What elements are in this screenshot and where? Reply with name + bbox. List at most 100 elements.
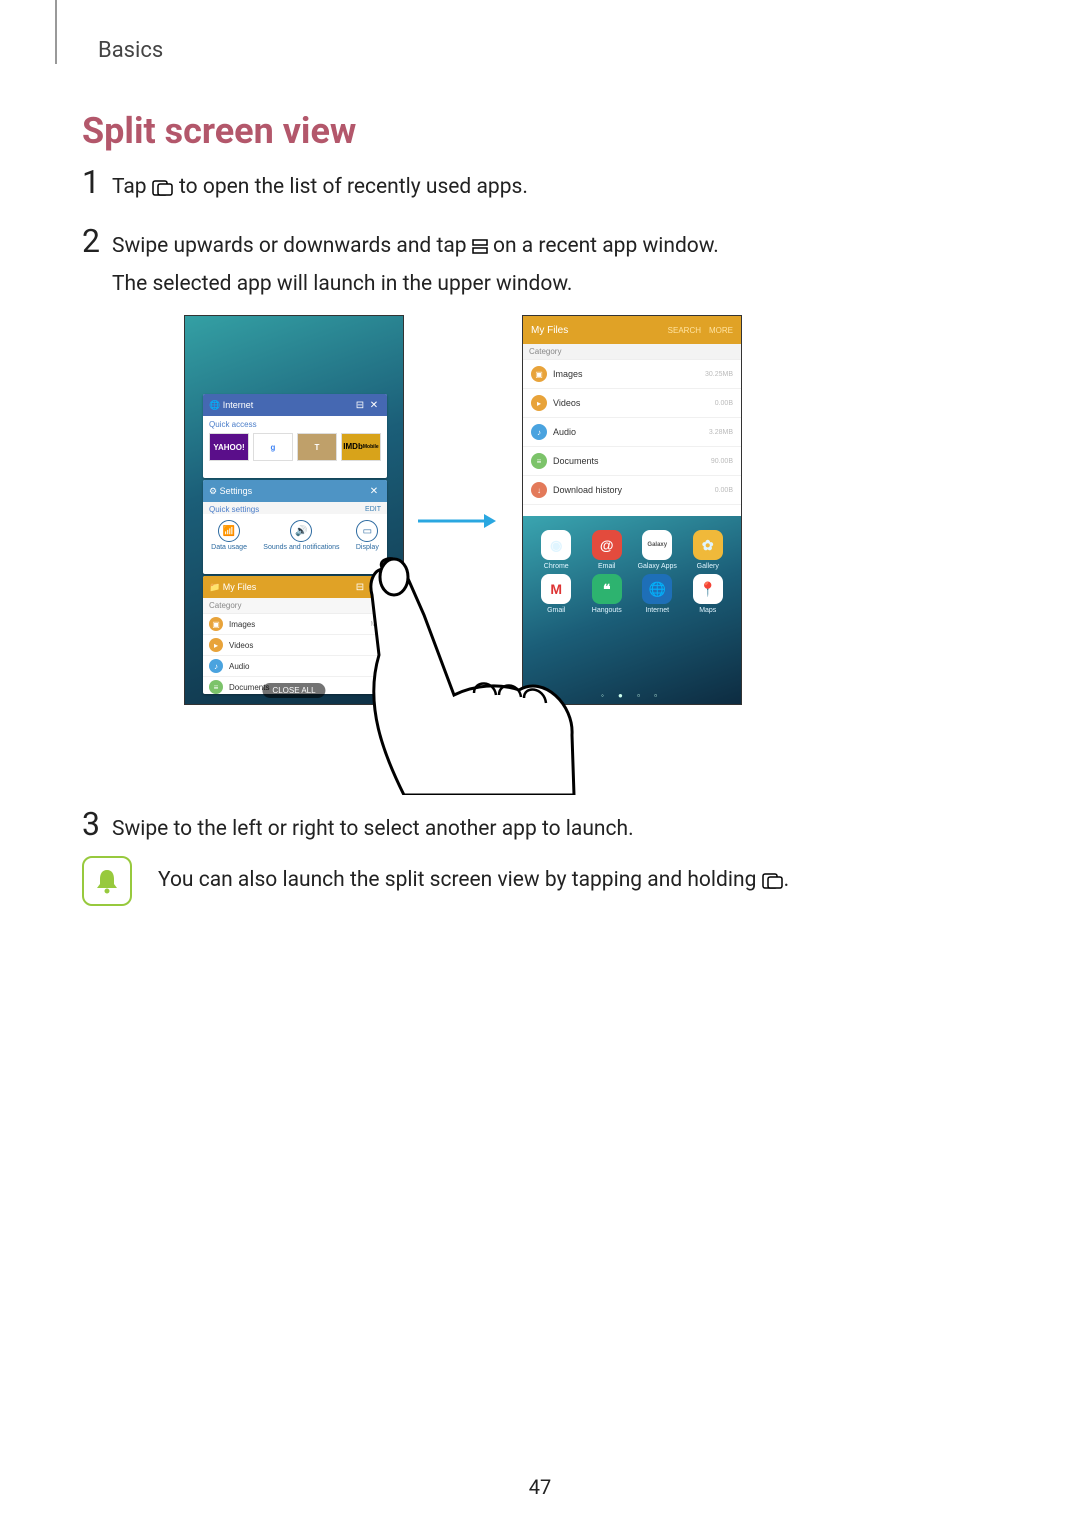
myfiles-header: My Files SEARCH MORE (523, 316, 741, 344)
tip-bell-icon (82, 856, 132, 906)
illustration: 🌐 Internet ⊟ ✕ Quick access YAHOO! g T I… (184, 315, 744, 795)
gmail-icon: M (541, 574, 571, 604)
data-usage-icon: 📶 (218, 520, 240, 542)
galaxy-apps-icon: Galaxy (642, 530, 672, 560)
app-galaxy: GalaxyGalaxy Apps (632, 530, 683, 570)
step-text: Swipe upwards or downwards and tap on a … (112, 229, 719, 301)
split-screen-icon (472, 232, 488, 267)
sound-icon: 🔊 (290, 520, 312, 542)
quick-t: T (297, 433, 337, 461)
documents-icon: ≡ (209, 680, 223, 694)
file-row: ▸Videos (203, 635, 387, 656)
recent-card-internet: 🌐 Internet ⊟ ✕ Quick access YAHOO! g T I… (203, 394, 387, 478)
step-2: 2 Swipe upwards or downwards and tap on … (82, 225, 719, 301)
images-icon: ▣ (531, 366, 547, 382)
globe-icon: 🌐 (209, 400, 220, 411)
page-title: Split screen view (82, 110, 356, 152)
close-all-button: CLOSE ALL (262, 683, 325, 698)
file-row: ≡Documents90.00B (523, 447, 741, 476)
settings-item: 🔊Sounds and notifications (263, 520, 339, 551)
phone-right: My Files SEARCH MORE Category ▣Images30.… (522, 315, 742, 705)
close-icon: ✕ (367, 486, 381, 497)
display-icon: ▭ (356, 520, 378, 542)
text: to open the list of recently used apps. (179, 175, 528, 199)
file-row: ♪Audio3.28MB (523, 418, 741, 447)
section-label: Basics (98, 38, 163, 63)
recent-apps-icon (152, 173, 174, 208)
app-gallery: ✿Gallery (683, 530, 734, 570)
tip-text: You can also launch the split screen vie… (158, 868, 789, 895)
text: The selected app will launch in the uppe… (112, 272, 572, 296)
arrow-icon (416, 511, 496, 531)
download-icon: ↓ (531, 482, 547, 498)
videos-icon: ▸ (209, 638, 223, 652)
page-dots: ◦ ● ▫ ▫ (523, 691, 741, 700)
app-hangouts: ❝Hangouts (582, 574, 633, 614)
quick-imdb: IMDbMobile (341, 433, 381, 461)
app-internet: 🌐Internet (632, 574, 683, 614)
audio-icon: ♪ (209, 659, 223, 673)
more-button: MORE (709, 326, 733, 335)
text: Swipe upwards or downwards and tap (112, 234, 472, 258)
file-row: ♪Audio (203, 656, 387, 677)
app-gmail: MGmail (531, 574, 582, 614)
category-label: Category (523, 344, 741, 360)
hangouts-icon: ❝ (592, 574, 622, 604)
file-row: ▸Videos0.00B (523, 389, 741, 418)
card-title: Internet (223, 400, 353, 410)
category-label: Category (203, 598, 387, 614)
recent-card-myfiles: 📁 My Files ⊟ ✕ Category ▣ImagesMB ▸Video… (203, 576, 387, 694)
quick-google: g (253, 433, 293, 461)
quick-settings-label: Quick settings (209, 505, 259, 514)
folder-icon: 📁 (209, 582, 220, 593)
audio-icon: ♪ (531, 424, 547, 440)
file-row: ▣Images30.25MB (523, 360, 741, 389)
settings-item: ▭Display (356, 520, 379, 551)
recent-card-settings: ⚙ Settings ✕ Quick settings EDIT 📶Data u… (203, 480, 387, 574)
step-text: Tap to open the list of recently used ap… (112, 170, 528, 208)
app-chrome: ◉Chrome (531, 530, 582, 570)
page-edge (55, 0, 57, 64)
close-icon: ✕ (367, 400, 381, 411)
step-text: Swipe to the left or right to select ano… (112, 812, 634, 847)
recent-apps-icon (762, 871, 784, 895)
chrome-icon: ◉ (541, 530, 571, 560)
header-title: My Files (531, 325, 660, 336)
maps-icon: 📍 (693, 574, 723, 604)
quick-access-label: Quick access (203, 416, 387, 431)
file-row: ▣ImagesMB (203, 614, 387, 635)
text: Tap (112, 175, 152, 199)
step-number: 2 (82, 225, 112, 257)
app-grid: ◉Chrome @Email GalaxyGalaxy Apps ✿Galler… (523, 516, 741, 614)
step-3: 3 Swipe to the left or right to select a… (82, 808, 634, 847)
card-title: My Files (223, 582, 353, 592)
split-icon: ⊟ (353, 400, 367, 411)
myfiles-body: Category ▣Images30.25MB ▸Videos0.00B ♪Au… (523, 344, 741, 516)
images-icon: ▣ (209, 617, 223, 631)
email-icon: @ (592, 530, 622, 560)
app-email: @Email (582, 530, 633, 570)
phone-left: 🌐 Internet ⊟ ✕ Quick access YAHOO! g T I… (184, 315, 404, 705)
gallery-icon: ✿ (693, 530, 723, 560)
text: on a recent app window. (493, 234, 719, 258)
settings-item: 📶Data usage (211, 520, 247, 551)
page-number: 47 (0, 1475, 1080, 1499)
edit-button: EDIT (365, 506, 381, 513)
internet-icon: 🌐 (642, 574, 672, 604)
quick-access-row: YAHOO! g T IMDbMobile (203, 431, 387, 467)
split-icon: ⊟ (353, 582, 367, 593)
tip-box: You can also launch the split screen vie… (82, 856, 789, 906)
text: Swipe to the left or right to select ano… (112, 817, 634, 841)
step-1: 1 Tap to open the list of recently used … (82, 166, 528, 208)
search-button: SEARCH (668, 326, 701, 335)
step-number: 1 (82, 166, 112, 198)
step-number: 3 (82, 808, 112, 840)
card-title: Settings (220, 486, 367, 496)
file-row: ↓Download history0.00B (523, 476, 741, 505)
text: You can also launch the split screen vie… (158, 868, 762, 892)
split-bottom-pane: ◉Chrome @Email GalaxyGalaxy Apps ✿Galler… (523, 516, 741, 705)
split-top-pane: My Files SEARCH MORE Category ▣Images30.… (523, 316, 741, 516)
app-maps: 📍Maps (683, 574, 734, 614)
documents-icon: ≡ (531, 453, 547, 469)
text: . (784, 868, 790, 892)
